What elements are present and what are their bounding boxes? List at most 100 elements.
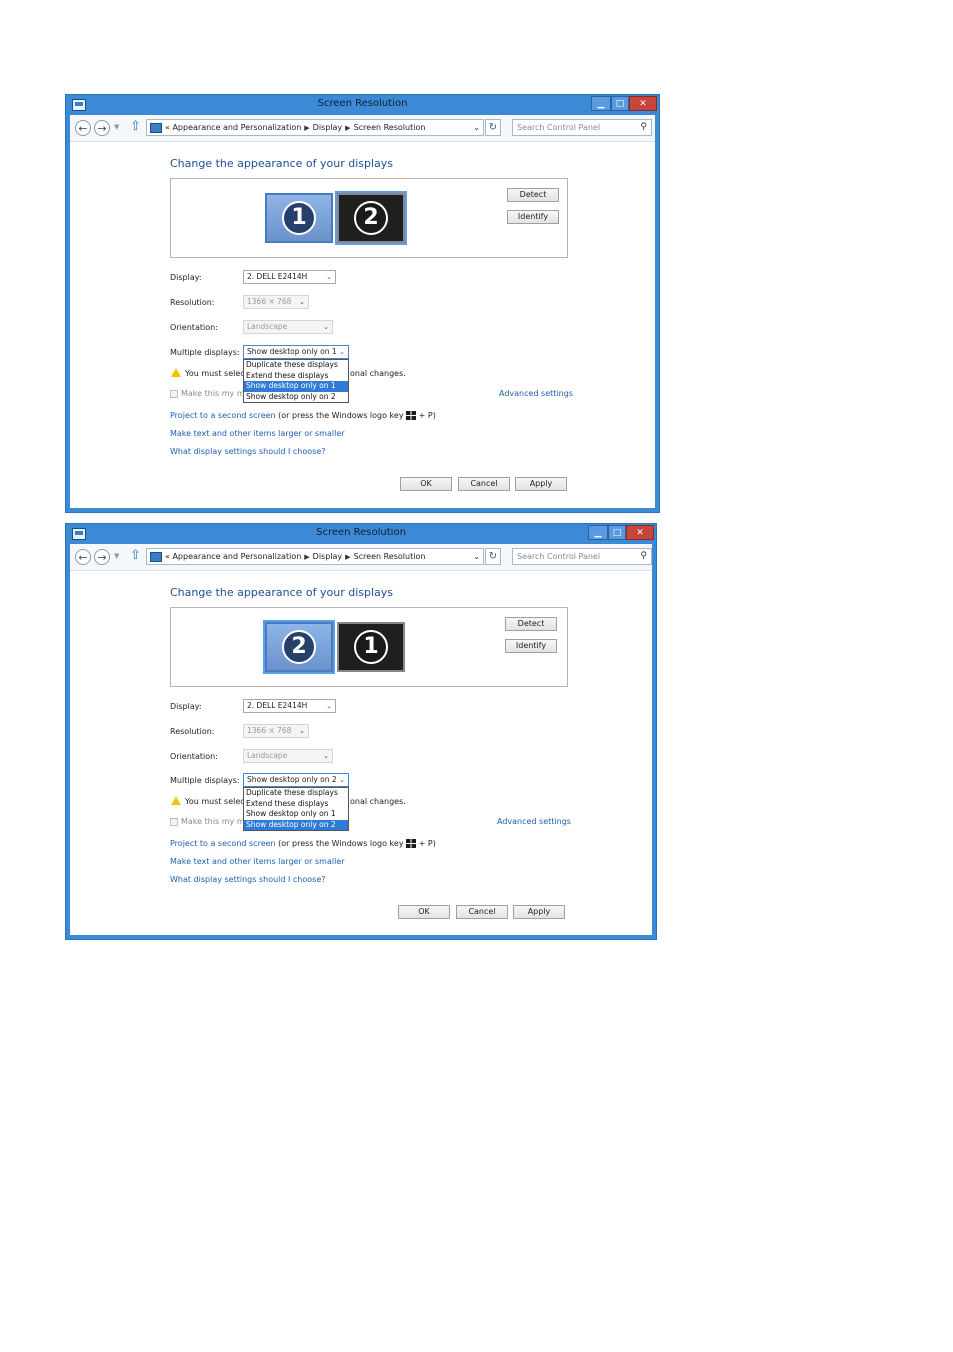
cancel-button[interactable]: Cancel: [456, 905, 508, 919]
monitor-number: 2: [282, 630, 316, 664]
screen-resolution-window-2: Screen Resolution ▁ □ ✕ ← → ▼ ⇧ « Appear…: [65, 523, 657, 940]
resolution-select: 1366 × 768 ⌄: [243, 724, 309, 738]
control-panel-icon: [150, 123, 162, 133]
windows-logo-icon: [406, 839, 417, 848]
title-bar[interactable]: Screen Resolution ▁ □ ✕: [66, 524, 656, 544]
dropdown-option-extend[interactable]: Extend these displays: [244, 371, 348, 382]
text-size-link[interactable]: Make text and other items larger or smal…: [170, 857, 345, 866]
display-value: 2. DELL E2414H: [247, 701, 308, 710]
recent-pages-chevron-icon[interactable]: ▼: [114, 552, 119, 560]
multiple-displays-dropdown: Duplicate these displays Extend these di…: [243, 787, 349, 831]
minimize-button[interactable]: ▁: [591, 96, 611, 111]
forward-arrow-icon[interactable]: →: [94, 549, 110, 565]
title-bar[interactable]: Screen Resolution ▁ □ ✕: [66, 95, 659, 115]
project-second-screen-link[interactable]: Project to a second screen: [170, 411, 276, 420]
dropdown-option-only-2[interactable]: Show desktop only on 2: [244, 819, 348, 830]
make-main-display-checkbox[interactable]: [170, 818, 178, 826]
up-arrow-icon[interactable]: ⇧: [130, 119, 141, 134]
warning-text-start: You must selec: [185, 369, 245, 378]
detect-button[interactable]: Detect: [505, 617, 557, 631]
display-select[interactable]: 2. DELL E2414H ⌄: [243, 699, 336, 713]
monitor-number: 1: [354, 630, 388, 664]
dropdown-option-duplicate[interactable]: Duplicate these displays: [244, 360, 348, 371]
make-main-display-label: Make this my m: [181, 817, 245, 826]
multiple-displays-select[interactable]: Show desktop only on 2 ⌄: [243, 773, 349, 787]
advanced-settings-link[interactable]: Advanced settings: [499, 389, 573, 398]
breadcrumb-item-screen-resolution[interactable]: Screen Resolution: [354, 123, 426, 132]
breadcrumb-item-appearance[interactable]: Appearance and Personalization: [172, 552, 301, 561]
display-label: Display:: [170, 273, 202, 282]
breadcrumb-item-appearance[interactable]: Appearance and Personalization: [172, 123, 301, 132]
monitor-tile-selected[interactable]: 2: [263, 620, 335, 674]
refresh-icon[interactable]: ↻: [485, 119, 501, 136]
dropdown-option-extend[interactable]: Extend these displays: [244, 799, 348, 810]
maximize-button[interactable]: □: [611, 96, 629, 111]
project-second-screen-row: Project to a second screen (or press the…: [170, 839, 436, 848]
minimize-button[interactable]: ▁: [588, 525, 608, 540]
dropdown-option-duplicate[interactable]: Duplicate these displays: [244, 788, 348, 799]
display-select[interactable]: 2. DELL E2414H ⌄: [243, 270, 336, 284]
page-title: Change the appearance of your displays: [170, 157, 394, 170]
help-link[interactable]: What display settings should I choose?: [170, 447, 326, 456]
multiple-displays-select[interactable]: Show desktop only on 1 ⌄: [243, 345, 349, 359]
text-size-link[interactable]: Make text and other items larger or smal…: [170, 429, 345, 438]
orientation-select: Landscape ⌄: [243, 320, 333, 334]
dropdown-option-only-2[interactable]: Show desktop only on 2: [244, 392, 348, 403]
back-arrow-icon[interactable]: ←: [75, 549, 91, 565]
chevron-down-icon: ⌄: [326, 702, 332, 710]
monitor-arrangement: 1 2 Detect Identify: [170, 178, 568, 258]
ok-button[interactable]: OK: [400, 477, 452, 491]
recent-pages-chevron-icon[interactable]: ▼: [114, 123, 119, 131]
monitor-tile[interactable]: 1: [337, 622, 405, 672]
apply-button[interactable]: Apply: [513, 905, 565, 919]
up-arrow-icon[interactable]: ⇧: [130, 548, 141, 563]
advanced-settings-link[interactable]: Advanced settings: [497, 817, 571, 826]
make-main-display-checkbox[interactable]: [170, 390, 178, 398]
dropdown-option-only-1[interactable]: Show desktop only on 1: [244, 809, 348, 820]
monitor-number: 2: [354, 201, 388, 235]
search-icon[interactable]: ⚲: [640, 549, 647, 564]
monitor-tile-selected[interactable]: 2: [335, 191, 407, 245]
cancel-button[interactable]: Cancel: [458, 477, 510, 491]
multiple-displays-value: Show desktop only on 1: [247, 347, 337, 356]
help-link[interactable]: What display settings should I choose?: [170, 875, 326, 884]
dropdown-option-only-1[interactable]: Show desktop only on 1: [244, 381, 348, 392]
identify-button[interactable]: Identify: [505, 639, 557, 653]
orientation-label: Orientation:: [170, 752, 218, 761]
chevron-down-icon[interactable]: ⌄: [473, 549, 480, 564]
detect-button[interactable]: Detect: [507, 188, 559, 202]
close-button[interactable]: ✕: [629, 96, 657, 111]
project-second-screen-row: Project to a second screen (or press the…: [170, 411, 436, 420]
breadcrumb[interactable]: « Appearance and Personalization ▶ Display…: [146, 548, 484, 565]
content-area: Change the appearance of your displays 2…: [70, 571, 652, 935]
orientation-value: Landscape: [247, 751, 288, 760]
breadcrumb-item-screen-resolution[interactable]: Screen Resolution: [354, 552, 426, 561]
warning-text-end: onal changes.: [350, 369, 406, 378]
breadcrumb-item-display[interactable]: Display: [313, 123, 343, 132]
warning-icon: [171, 796, 181, 805]
display-value: 2. DELL E2414H: [247, 272, 308, 281]
search-icon[interactable]: ⚲: [640, 120, 647, 135]
project-hint-end: + P): [416, 839, 436, 848]
monitor-tile[interactable]: 1: [265, 193, 333, 243]
breadcrumb[interactable]: « Appearance and Personalization ▶ Display…: [146, 119, 484, 136]
chevron-down-icon: ⌄: [339, 776, 345, 784]
ok-button[interactable]: OK: [398, 905, 450, 919]
breadcrumb-item-display[interactable]: Display: [313, 552, 343, 561]
search-input[interactable]: Search Control Panel ⚲: [512, 548, 652, 565]
search-input[interactable]: Search Control Panel ⚲: [512, 119, 652, 136]
multiple-displays-label: Multiple displays:: [170, 348, 240, 357]
identify-button[interactable]: Identify: [507, 210, 559, 224]
maximize-button[interactable]: □: [608, 525, 626, 540]
apply-button[interactable]: Apply: [515, 477, 567, 491]
refresh-icon[interactable]: ↻: [485, 548, 501, 565]
project-hint-end: + P): [416, 411, 436, 420]
back-arrow-icon[interactable]: ←: [75, 120, 91, 136]
window-title: Screen Resolution: [316, 527, 406, 538]
close-button[interactable]: ✕: [626, 525, 654, 540]
address-bar: ← → ▼ ⇧ « Appearance and Personalization…: [70, 544, 652, 571]
screen-resolution-window-1: Screen Resolution ▁ □ ✕ ← → ▼ ⇧ « Appear…: [65, 94, 660, 513]
project-second-screen-link[interactable]: Project to a second screen: [170, 839, 276, 848]
chevron-down-icon[interactable]: ⌄: [473, 120, 480, 135]
forward-arrow-icon[interactable]: →: [94, 120, 110, 136]
